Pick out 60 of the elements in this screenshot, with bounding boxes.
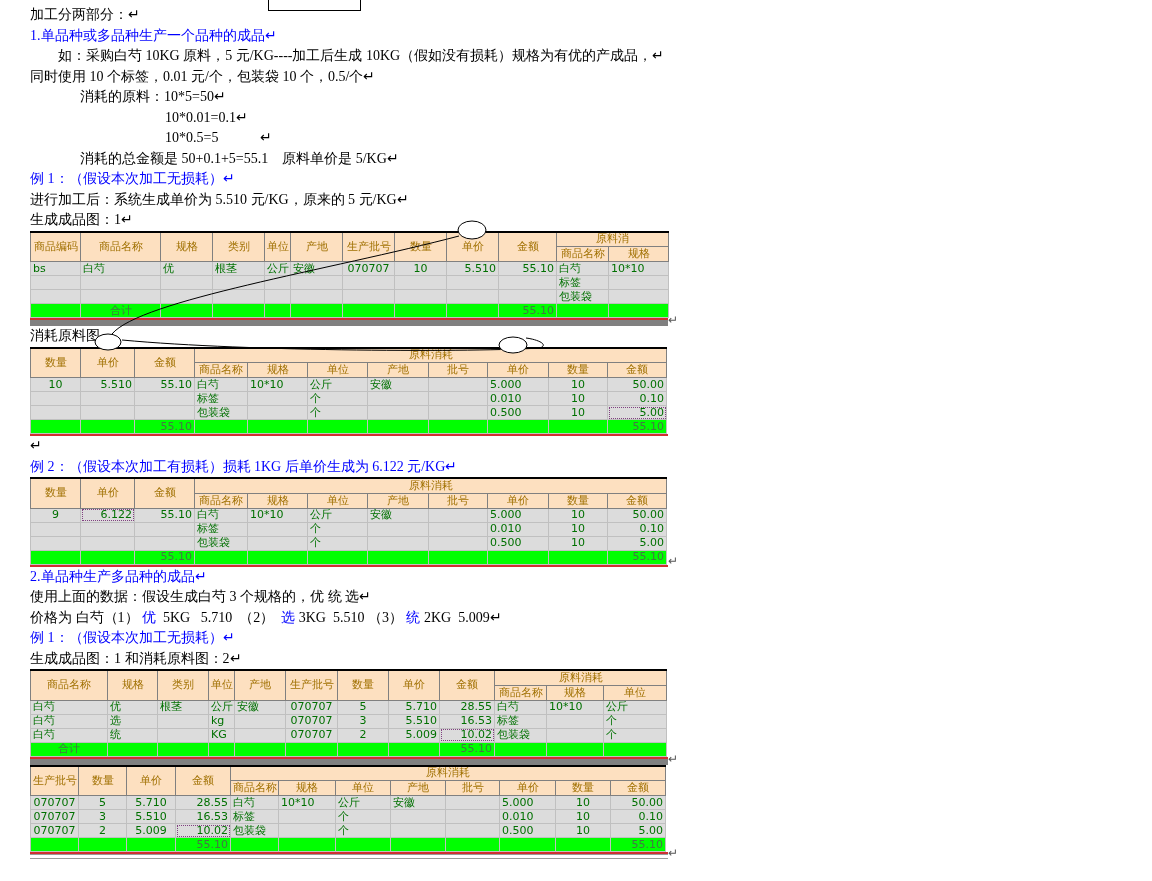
column-header: 数量 — [30, 478, 81, 508]
column-header: 金额 — [498, 231, 557, 262]
text-run: 2KG 5.009↵ — [422, 609, 502, 625]
group-header: 原料消耗 — [194, 478, 667, 493]
column-header: 单价 — [126, 765, 176, 796]
paragraph: 生成成品图：1 和消耗原料图：2↵ — [30, 649, 242, 668]
paragraph-mark: ↵ — [668, 314, 678, 326]
column-header: 数量 — [78, 765, 127, 796]
column-header: 数量 — [337, 670, 389, 700]
paragraph: 10*0.01=0.1↵ — [165, 108, 248, 127]
text-run: 选 — [281, 609, 296, 625]
section-heading: 例 1：（假设本次加工无损耗）↵ — [30, 629, 235, 647]
column-header: 单位 — [264, 231, 291, 262]
group-header: 原料消 — [556, 231, 669, 247]
text-run: 统 — [406, 609, 421, 625]
column-header: 类别 — [157, 670, 209, 700]
paragraph: 加工分两部分：↵ — [30, 6, 140, 24]
column-header: 单价 — [80, 478, 135, 508]
paragraph: 10*0.5=5 ↵ — [165, 129, 273, 147]
column-header: 生产批号 — [285, 670, 338, 700]
column-header: 类别 — [212, 231, 265, 262]
section-heading: 1.单品种或多品种生产一个品种的成品↵ — [30, 26, 277, 45]
column-header: 金额 — [439, 670, 495, 700]
column-header: 产地 — [290, 231, 343, 262]
text-run: 3KG 5.510 （3） — [297, 609, 404, 625]
column-header: 单价 — [388, 670, 440, 700]
paragraph: 消耗的总金额是 50+0.1+5=55.1 原料单价是 5/KG↵ — [80, 149, 399, 168]
column-header: 数量 — [30, 347, 81, 378]
column-header: 单位 — [208, 670, 235, 700]
column-header: 单价 — [80, 347, 135, 378]
paragraph: 消耗的原料：10*5=50↵ — [80, 88, 226, 106]
paragraph: 使用上面的数据：假设生成白芍 3 个规格的，优 统 选↵ — [30, 588, 371, 606]
text-run: 价格为 白芍（1） — [30, 609, 140, 625]
group-header: 原料消耗 — [194, 347, 667, 363]
column-header: 金额 — [134, 478, 195, 508]
paragraph-mark: ↵ — [668, 847, 678, 859]
column-header: 商品名称 — [80, 231, 161, 262]
column-header: 规格 — [160, 231, 213, 262]
paragraph: 如：采购白芍 10KG 原料，5 元/KG----加工后生成 10KG（假如没有损耗）规格为有优的产成品，↵ — [58, 47, 665, 65]
section-heading: 例 1：（假设本次加工无损耗）↵ — [30, 170, 235, 188]
paragraph-mark: ↵ — [668, 752, 678, 765]
column-header: 商品名称 — [30, 670, 108, 700]
column-header: 商品编码 — [30, 231, 81, 262]
paragraph: 进行加工后：系统生成单价为 5.510 元/KG，原来的 5 元/KG↵ — [30, 190, 409, 209]
paragraph: ↵ — [30, 437, 42, 455]
text-run: 优 — [142, 609, 156, 625]
group-header: 原料消耗 — [494, 670, 667, 685]
text-run: 5KG 5.710 （2） — [162, 609, 276, 625]
column-header: 生产批号 — [342, 231, 395, 262]
column-header: 生产批号 — [30, 765, 79, 796]
group-header: 原料消耗 — [230, 765, 666, 781]
paragraph: 生成成品图：1↵ — [30, 211, 133, 229]
column-header: 产地 — [234, 670, 286, 700]
paragraph-mark: ↵ — [668, 554, 678, 567]
section-heading: 2.单品种生产多品种的成品↵ — [30, 567, 207, 586]
paragraph: 同时使用 10 个标签，0.01 元/个，包装袋 10 个，0.5/个↵ — [30, 67, 376, 86]
column-header: 金额 — [175, 765, 231, 796]
section-heading: 例 2：（假设本次加工有损耗）损耗 1KG 后单价生成为 6.122 元/KG↵ — [30, 457, 458, 476]
column-header: 金额 — [134, 347, 195, 378]
column-header: 规格 — [107, 670, 158, 700]
